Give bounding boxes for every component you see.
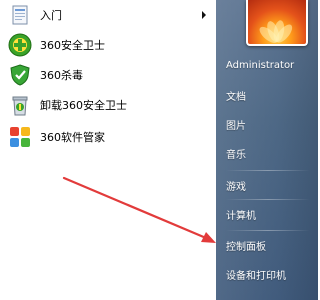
submenu-arrow-icon: [202, 11, 206, 19]
360-safe-guard-icon: [8, 33, 32, 57]
program-item-360-safe[interactable]: 360安全卫士: [0, 30, 216, 60]
right-item-control-panel[interactable]: 控制面板: [222, 232, 314, 258]
program-item-360-software-manager[interactable]: 360软件管家: [0, 122, 216, 152]
right-pane-separator: [226, 199, 310, 200]
right-pane-separator: [226, 230, 310, 231]
right-item-devices-and-printers[interactable]: 设备和打印机: [222, 261, 314, 287]
right-item-games[interactable]: 游戏: [222, 172, 314, 198]
program-label: 卸载360安全卫士: [40, 99, 127, 112]
program-label: 360软件管家: [40, 131, 105, 144]
right-item-pictures[interactable]: 图片: [222, 111, 314, 137]
right-item-administrator[interactable]: Administrator: [222, 52, 314, 78]
programs-pane: 入门 360安全卫士 360杀毒 卸载360安全卫士 360软件管家: [0, 0, 217, 300]
right-item-computer[interactable]: 计算机: [222, 201, 314, 227]
right-pane-separator: [226, 170, 310, 171]
program-label: 入门: [40, 9, 62, 22]
360-antivirus-icon: [8, 63, 32, 87]
program-item-360-antivirus[interactable]: 360杀毒: [0, 60, 216, 90]
program-item-getting-started[interactable]: 入门: [0, 0, 216, 30]
program-item-uninstall-360[interactable]: 卸载360安全卫士: [0, 90, 216, 120]
flower-user-picture[interactable]: [246, 0, 308, 46]
uninstall-recycle-bin-icon: [8, 93, 32, 117]
right-item-music[interactable]: 音乐: [222, 140, 314, 166]
getting-started-icon: [8, 3, 32, 27]
program-label: 360安全卫士: [40, 39, 105, 52]
right-item-documents[interactable]: 文档: [222, 82, 314, 108]
program-label: 360杀毒: [40, 69, 83, 82]
360-software-manager-icon: [8, 125, 32, 149]
